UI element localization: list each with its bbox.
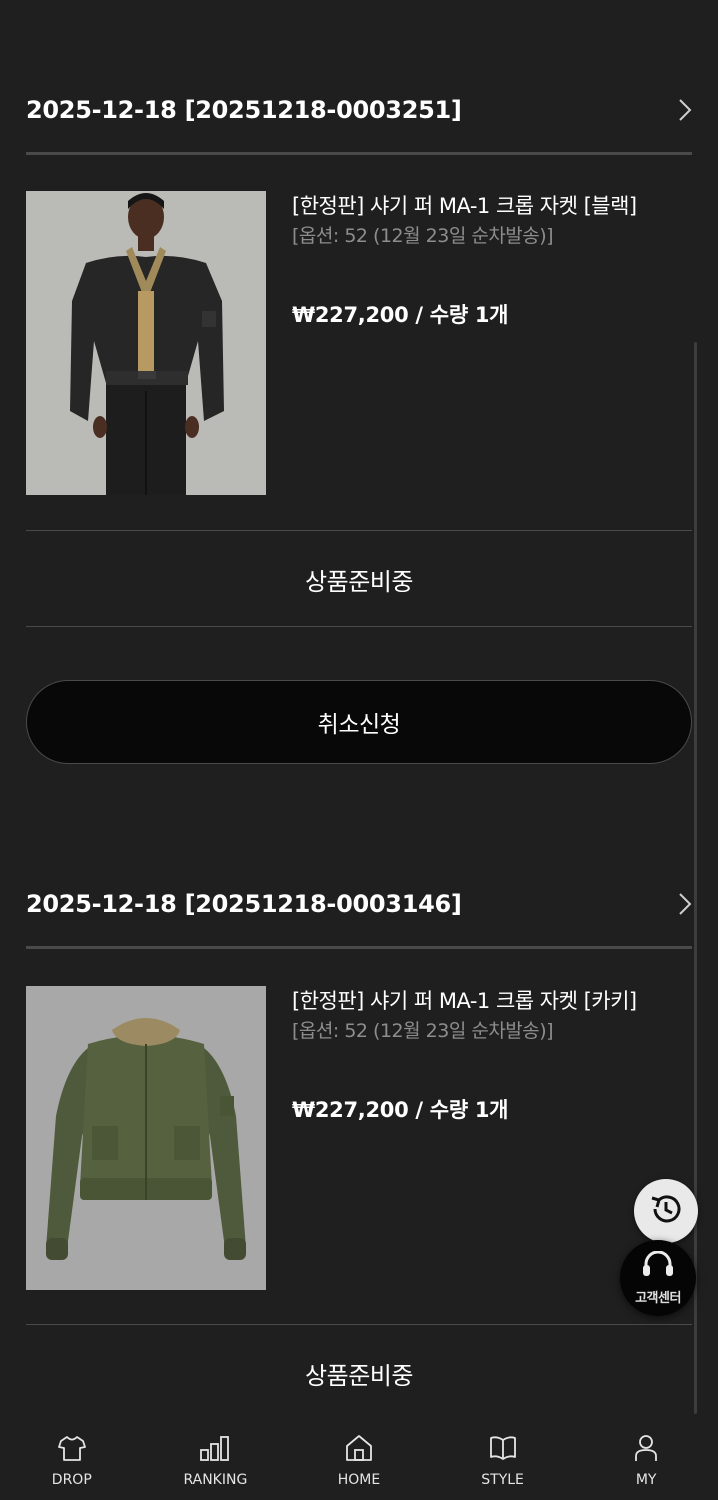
tab-label: STYLE: [481, 1472, 524, 1488]
product-thumbnail[interactable]: [26, 986, 266, 1290]
book-icon: [488, 1434, 518, 1466]
bottom-tab-bar: DROP RANKING HOME STYLE MY: [0, 1418, 718, 1500]
tab-label: RANKING: [183, 1472, 248, 1488]
tab-label: MY: [635, 1472, 657, 1488]
product-thumbnail[interactable]: [26, 191, 266, 495]
tab-label: HOME: [337, 1472, 381, 1488]
product-name[interactable]: [한정판] 샤기 퍼 MA-1 크롭 자켓 [블랙]: [292, 191, 692, 221]
customer-center-button[interactable]: 고객센터: [620, 1240, 696, 1316]
order-header[interactable]: 2025-12-18 [20251218-0003251]: [26, 80, 692, 140]
cancel-request-button[interactable]: 취소신청: [26, 680, 692, 764]
product-price-quantity: ₩227,200 / 수량 1개: [292, 303, 509, 327]
order-id: 2025-12-18 [20251218-0003251]: [26, 96, 462, 124]
customer-center-label: 고객센터: [635, 1290, 681, 1306]
tshirt-icon: [57, 1434, 87, 1466]
chevron-right-icon[interactable]: [678, 98, 692, 122]
recent-view-button[interactable]: [634, 1179, 698, 1243]
tab-style[interactable]: STYLE: [431, 1418, 575, 1500]
product-name[interactable]: [한정판] 샤기 퍼 MA-1 크롭 자켓 [카키]: [292, 986, 692, 1016]
header-divider: [26, 946, 692, 949]
product-price-quantity: ₩227,200 / 수량 1개: [292, 1098, 509, 1122]
headset-icon: [641, 1250, 675, 1283]
header-divider: [26, 152, 692, 155]
tab-my[interactable]: MY: [574, 1418, 718, 1500]
tab-home[interactable]: HOME: [287, 1418, 431, 1500]
product-option: [옵션: 52 (12월 23일 순차발송)]: [292, 225, 554, 247]
order-status: 상품준비중: [305, 568, 413, 596]
divider: [26, 530, 692, 531]
tab-ranking[interactable]: RANKING: [144, 1418, 288, 1500]
chevron-right-icon[interactable]: [678, 892, 692, 916]
order-list-page: 2025-12-18 [20251218-0003251] [한정판] 샤기 퍼…: [0, 0, 718, 1500]
tab-drop[interactable]: DROP: [0, 1418, 144, 1500]
divider: [26, 1324, 692, 1325]
order-status: 상품준비중: [305, 1362, 413, 1390]
product-info: [한정판] 샤기 퍼 MA-1 크롭 자켓 [블랙] [옵션: 52 (12월 …: [292, 191, 692, 329]
divider: [26, 626, 692, 627]
bar-chart-icon: [199, 1434, 231, 1466]
history-icon: [647, 1190, 685, 1232]
order-id: 2025-12-18 [20251218-0003146]: [26, 890, 462, 918]
order-header[interactable]: 2025-12-18 [20251218-0003146]: [26, 874, 692, 934]
product-option: [옵션: 52 (12월 23일 순차발송)]: [292, 1020, 554, 1042]
scrollbar[interactable]: [694, 342, 697, 1414]
home-icon: [344, 1434, 374, 1466]
product-info: [한정판] 샤기 퍼 MA-1 크롭 자켓 [카키] [옵션: 52 (12월 …: [292, 986, 692, 1124]
tab-label: DROP: [51, 1472, 92, 1488]
person-icon: [631, 1434, 661, 1466]
